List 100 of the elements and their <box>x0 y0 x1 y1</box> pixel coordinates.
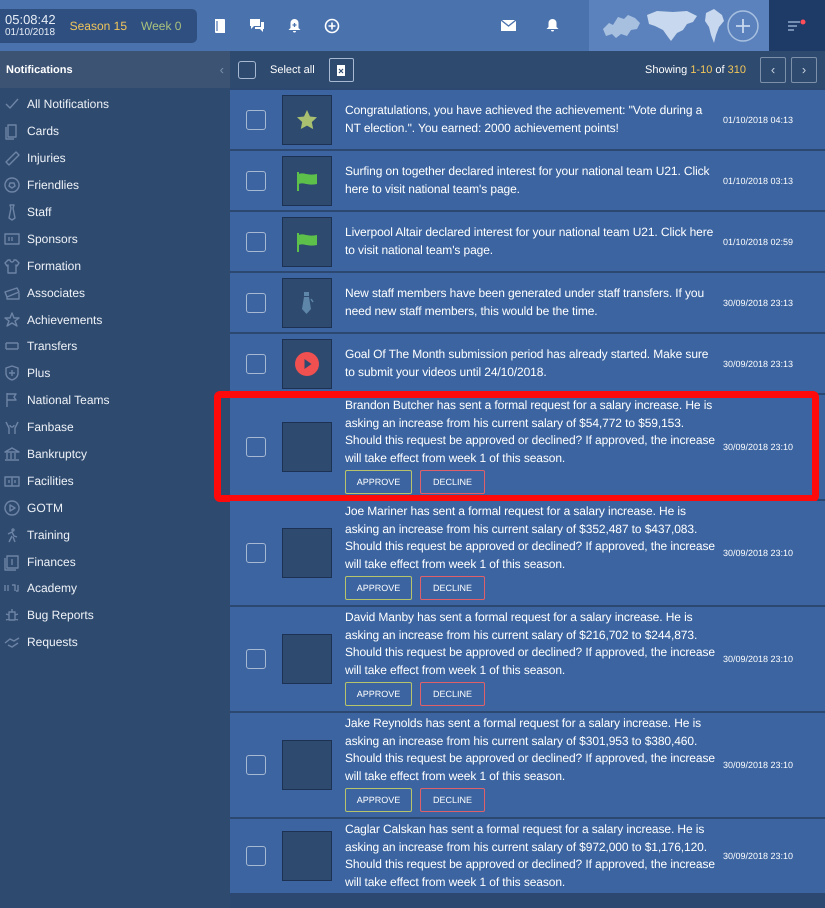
sidebar-item[interactable]: GOTM <box>0 494 230 522</box>
chat-icon[interactable] <box>249 18 265 33</box>
sidebar-item[interactable]: Associates <box>0 279 230 306</box>
sidebar-item[interactable]: Injuries <box>0 144 230 172</box>
sidebar-item[interactable]: Finances <box>0 548 230 576</box>
south-america-map-icon[interactable] <box>703 8 725 44</box>
notification-row[interactable] <box>230 607 825 711</box>
shirt-icon <box>3 256 21 275</box>
action-button[interactable]: DECLINE <box>420 576 485 600</box>
row-checkbox[interactable] <box>246 755 266 775</box>
action-button[interactable]: DECLINE <box>420 788 485 812</box>
row-checkbox[interactable] <box>246 543 266 563</box>
action-button[interactable]: APPROVE <box>345 576 412 600</box>
sidebar-item[interactable]: Transfers <box>0 333 230 360</box>
select-all-label[interactable]: Select all <box>270 64 315 76</box>
star-icon <box>3 310 21 329</box>
bell-icon[interactable] <box>546 18 559 33</box>
sidebar-item[interactable]: Achievements <box>0 306 230 334</box>
action-button[interactable]: APPROVE <box>345 470 412 494</box>
notification-row[interactable]: Congratulations, you have achieved the achievement: "Vote during a NT election.". You earned: 2000 achievement points! 01/10/2018 04:13 <box>230 90 825 149</box>
bell-plus-icon[interactable] <box>287 18 302 34</box>
sidebar-item[interactable]: All Notifications <box>0 91 230 118</box>
previous-page-button[interactable]: ‹ <box>760 56 786 82</box>
sidebar-item[interactable]: Friendlies <box>0 172 230 199</box>
sidebar-item[interactable]: Bug Reports <box>0 602 230 629</box>
notification-time: 01/10/2018 04:13 <box>723 114 794 124</box>
menu-icon[interactable] <box>787 18 807 32</box>
row-checkbox[interactable] <box>246 437 266 457</box>
delete-button[interactable] <box>328 58 354 82</box>
sidebar-item[interactable]: Facilities <box>0 467 230 494</box>
notification-text: David Manby has sent a formal request for a salary increase. He is asking an increase from his current salary of $216,702 to $244,873. Should this request be approved or declined? If approved, the increase will take effect from week 1 of this season. <box>345 609 716 678</box>
notification-text: Joe Mariner has sent a formal request for a salary increase. He is asking an increase from his current salary of $352,487 to $437,083. Should this request be approved or declined? If approved, the increase will take effect from week 1 of this season. <box>345 503 716 572</box>
notification-row[interactable] <box>230 501 825 605</box>
sidebar-item[interactable]: Requests <box>0 628 230 656</box>
notification-row[interactable]: New staff members have been generated under staff transfers. If you need new staff members, this would be the time. 30/09/2018 23:13 <box>230 273 825 332</box>
sidebar-item[interactable]: Bankruptcy <box>0 440 230 468</box>
notification-thumbnail <box>282 634 332 684</box>
row-checkbox[interactable] <box>246 170 266 190</box>
row-checkbox[interactable] <box>246 846 266 866</box>
notification-row[interactable]: Surfing on together declared interest for your national team U21. Click here to visit national team's page. 01/10/2018 03:13 <box>230 151 825 210</box>
notification-row[interactable]: Liverpool Altair declared interest for your national team U21. Click here to visit national team's page. 01/10/2018 02:59 <box>230 212 825 271</box>
action-button[interactable]: DECLINE <box>420 682 485 706</box>
add-region-icon[interactable] <box>727 10 759 42</box>
row-checkbox[interactable] <box>246 354 266 374</box>
sidebar-item[interactable]: Formation <box>0 252 230 280</box>
row-checkbox[interactable] <box>246 649 266 669</box>
notification-thumbnail <box>282 422 332 472</box>
row-checkbox[interactable] <box>246 292 266 312</box>
season-label: Season 15 <box>70 18 127 32</box>
notification-time: 01/10/2018 03:13 <box>723 176 794 186</box>
notification-text: Liverpool Altair declared interest for your national team U21. Click here to visit national team's page. <box>345 224 714 258</box>
notification-row[interactable] <box>230 713 825 817</box>
row-checkbox[interactable] <box>246 110 266 130</box>
notification-thumbnail <box>282 528 332 578</box>
notification-text: Brandon Butcher has sent a formal request for a salary increase. He is asking an increase from his current salary of $54,772 to $59,153. Should this request be approved or declined? If approved, the increase will take effect from week 1 of this season. <box>345 397 716 466</box>
sidebar-item[interactable]: Academy <box>0 575 230 602</box>
bandage-icon <box>3 149 21 168</box>
sidebar-item[interactable]: Training <box>0 521 230 548</box>
notification-row[interactable]: Goal Of The Month submission period has already started. Make sure to submit your videos until 24/10/2018. 30/09/2018 23:13 <box>230 334 825 393</box>
flag-icon <box>296 232 318 252</box>
plus-circle-icon[interactable] <box>324 18 340 34</box>
notification-thumbnail <box>282 740 332 790</box>
sidebar-item[interactable]: Fanbase <box>0 414 230 441</box>
notification-text: Congratulations, you have achieved the achievement: "Vote during a NT election.". You earned: 2000 achievement points! <box>345 102 704 136</box>
week-label: Week 0 <box>141 18 182 32</box>
action-button[interactable]: APPROVE <box>345 682 412 706</box>
sidebar-item[interactable]: Cards <box>0 118 230 145</box>
notification-time: 30/09/2018 23:13 <box>723 358 794 368</box>
row-checkbox[interactable] <box>246 232 266 252</box>
notification-row[interactable] <box>230 819 825 893</box>
sidebar-item[interactable]: Staff <box>0 198 230 226</box>
notification-time: 30/09/2018 23:10 <box>723 442 794 452</box>
tie-icon <box>299 290 315 314</box>
shield-icon <box>3 364 21 382</box>
pagination-summary: Showing 1-10 of 310 <box>645 64 746 76</box>
notification-text: Goal Of The Month submission period has already started. Make sure to submit your videos until 24/10/2018. <box>345 346 710 380</box>
action-button[interactable]: APPROVE <box>345 788 412 812</box>
bank-icon <box>3 445 21 464</box>
book-icon[interactable] <box>213 18 227 34</box>
notification-thumbnail <box>282 831 332 881</box>
trash-icon <box>336 64 346 76</box>
clock-time: 05:08:42 <box>5 13 56 26</box>
notification-text: Surfing on together declared interest for your national team U21. Click here to visit national team's page. <box>345 163 710 198</box>
play-icon <box>3 498 21 517</box>
notification-time: 30/09/2018 23:10 <box>723 654 794 664</box>
notification-time: 30/09/2018 23:10 <box>723 548 794 558</box>
notification-text: Jake Reynolds has sent a formal request for a salary increase. He is asking an increase from his current salary of $301,953 to $380,460. Should this request be approved or declined? If approved, the increase will take effect from week 1 of this season. <box>345 715 716 784</box>
notification-time: 30/09/2018 23:10 <box>723 760 794 770</box>
mail-icon[interactable] <box>501 20 516 31</box>
sidebar-item[interactable]: Sponsors <box>0 225 230 252</box>
money-icon <box>3 552 21 571</box>
notification-text: Caglar Calskan has sent a formal request for a salary increase. He is asking an increase from his current salary of $972,000 to $1,176,120. Should this request be approved or declined? If approved, the increase will take effect from week 1 of this season. <box>345 821 716 890</box>
flag-icon <box>296 170 318 190</box>
select-all-checkbox[interactable] <box>238 60 256 78</box>
sidebar-item[interactable]: National Teams <box>0 386 230 414</box>
next-page-button[interactable]: › <box>791 56 817 82</box>
action-button[interactable]: DECLINE <box>420 470 485 494</box>
star-icon <box>296 109 318 130</box>
sidebar-item[interactable]: Plus <box>0 360 230 387</box>
notification-text: New staff members have been generated under staff transfers. If you need new staff members, this would be the time. <box>345 285 706 320</box>
